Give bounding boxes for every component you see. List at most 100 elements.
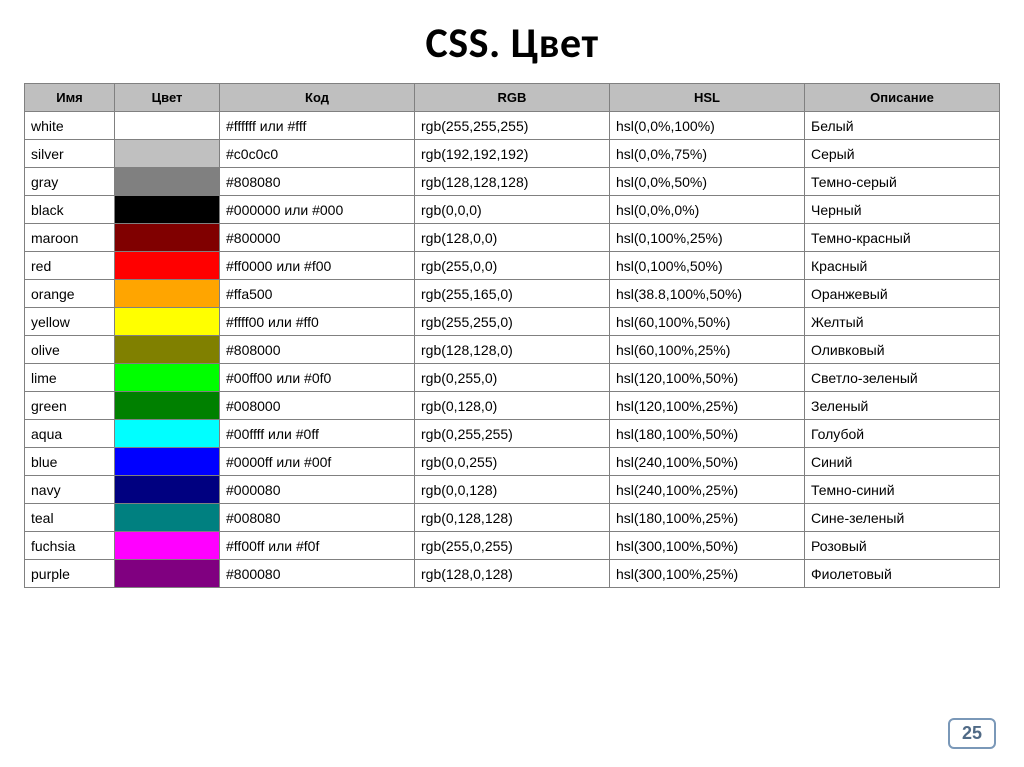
table-row: aqua#00ffff или #0ffrgb(0,255,255)hsl(18…	[25, 420, 1000, 448]
cell-desc: Серый	[805, 140, 1000, 168]
cell-hsl: hsl(300,100%,50%)	[610, 532, 805, 560]
cell-swatch	[115, 560, 220, 588]
cell-hsl: hsl(300,100%,25%)	[610, 560, 805, 588]
cell-code: #800000	[220, 224, 415, 252]
cell-name: yellow	[25, 308, 115, 336]
cell-name: blue	[25, 448, 115, 476]
cell-code: #800080	[220, 560, 415, 588]
cell-code: #00ff00 или #0f0	[220, 364, 415, 392]
table-row: green#008000rgb(0,128,0)hsl(120,100%,25%…	[25, 392, 1000, 420]
cell-rgb: rgb(255,255,0)	[415, 308, 610, 336]
cell-name: black	[25, 196, 115, 224]
table-row: white#ffffff или #fffrgb(255,255,255)hsl…	[25, 112, 1000, 140]
cell-swatch	[115, 112, 220, 140]
cell-rgb: rgb(255,255,255)	[415, 112, 610, 140]
cell-name: fuchsia	[25, 532, 115, 560]
cell-desc: Синий	[805, 448, 1000, 476]
cell-desc: Зеленый	[805, 392, 1000, 420]
cell-desc: Темно-красный	[805, 224, 1000, 252]
table-row: red#ff0000 или #f00rgb(255,0,0)hsl(0,100…	[25, 252, 1000, 280]
cell-swatch	[115, 140, 220, 168]
cell-rgb: rgb(255,165,0)	[415, 280, 610, 308]
table-row: maroon#800000rgb(128,0,0)hsl(0,100%,25%)…	[25, 224, 1000, 252]
table-row: navy #000080rgb(0,0,128)hsl(240,100%,25%)…	[25, 476, 1000, 504]
table-row: yellow#ffff00 или #ff0rgb(255,255,0)hsl(…	[25, 308, 1000, 336]
cell-swatch	[115, 196, 220, 224]
cell-code: #ffffff или #fff	[220, 112, 415, 140]
cell-hsl: hsl(180,100%,50%)	[610, 420, 805, 448]
cell-hsl: hsl(60,100%,50%)	[610, 308, 805, 336]
cell-code: #ffa500	[220, 280, 415, 308]
cell-swatch	[115, 364, 220, 392]
table-row: orange#ffa500rgb(255,165,0)hsl(38.8,100%…	[25, 280, 1000, 308]
cell-swatch	[115, 420, 220, 448]
col-header-code: Код	[220, 84, 415, 112]
table-row: silver#c0c0c0rgb(192,192,192)hsl(0,0%,75…	[25, 140, 1000, 168]
cell-rgb: rgb(0,0,0)	[415, 196, 610, 224]
cell-rgb: rgb(255,0,255)	[415, 532, 610, 560]
page-title: CSS. Цвет	[24, 18, 1000, 69]
cell-code: #808080	[220, 168, 415, 196]
color-table: Имя Цвет Код RGB HSL Описание white #ffff…	[24, 83, 1000, 588]
cell-swatch	[115, 280, 220, 308]
cell-hsl: hsl(0,0%,50%)	[610, 168, 805, 196]
cell-hsl: hsl(240,100%,50%)	[610, 448, 805, 476]
cell-swatch	[115, 336, 220, 364]
cell-swatch	[115, 532, 220, 560]
table-row: teal#008080rgb(0,128,128)hsl(180,100%,25…	[25, 504, 1000, 532]
cell-hsl: hsl(0,0%,75%)	[610, 140, 805, 168]
cell-hsl: hsl(240,100%,25%)	[610, 476, 805, 504]
col-header-color: Цвет	[115, 84, 220, 112]
cell-name: lime	[25, 364, 115, 392]
cell-rgb: rgb(0,128,128)	[415, 504, 610, 532]
cell-hsl: hsl(0,0%,0%)	[610, 196, 805, 224]
cell-name: white	[25, 112, 115, 140]
table-row: olive#808000rgb(128,128,0)hsl(60,100%,25…	[25, 336, 1000, 364]
cell-swatch	[115, 448, 220, 476]
table-row: blue #0000ff или #00frgb(0,0,255)hsl(240,…	[25, 448, 1000, 476]
cell-name: aqua	[25, 420, 115, 448]
cell-hsl: hsl(38.8,100%,50%)	[610, 280, 805, 308]
cell-rgb: rgb(0,0,255)	[415, 448, 610, 476]
cell-code: #008080	[220, 504, 415, 532]
cell-name: navy	[25, 476, 115, 504]
cell-name: maroon	[25, 224, 115, 252]
cell-desc: Белый	[805, 112, 1000, 140]
col-header-hsl: HSL	[610, 84, 805, 112]
cell-name: gray	[25, 168, 115, 196]
cell-hsl: hsl(0,100%,50%)	[610, 252, 805, 280]
cell-hsl: hsl(0,100%,25%)	[610, 224, 805, 252]
cell-hsl: hsl(60,100%,25%)	[610, 336, 805, 364]
col-header-rgb: RGB	[415, 84, 610, 112]
col-header-name: Имя	[25, 84, 115, 112]
cell-swatch	[115, 168, 220, 196]
cell-desc: Темно-серый	[805, 168, 1000, 196]
cell-swatch	[115, 308, 220, 336]
table-row: lime#00ff00 или #0f0rgb(0,255,0)hsl(120,…	[25, 364, 1000, 392]
table-header-row: Имя Цвет Код RGB HSL Описание	[25, 84, 1000, 112]
table-row: purple#800080rgb(128,0,128)hsl(300,100%,…	[25, 560, 1000, 588]
cell-swatch	[115, 504, 220, 532]
cell-code: #808000	[220, 336, 415, 364]
table-row: gray #808080rgb(128,128,128)hsl(0,0%,50%)…	[25, 168, 1000, 196]
cell-rgb: rgb(128,128,128)	[415, 168, 610, 196]
cell-hsl: hsl(120,100%,50%)	[610, 364, 805, 392]
cell-rgb: rgb(0,0,128)	[415, 476, 610, 504]
cell-rgb: rgb(128,0,128)	[415, 560, 610, 588]
cell-name: silver	[25, 140, 115, 168]
cell-desc: Розовый	[805, 532, 1000, 560]
cell-desc: Оранжевый	[805, 280, 1000, 308]
cell-hsl: hsl(180,100%,25%)	[610, 504, 805, 532]
cell-code: #ff00ff или #f0f	[220, 532, 415, 560]
cell-code: #0000ff или #00f	[220, 448, 415, 476]
cell-desc: Сине-зеленый	[805, 504, 1000, 532]
cell-swatch	[115, 476, 220, 504]
cell-desc: Черный	[805, 196, 1000, 224]
cell-desc: Красный	[805, 252, 1000, 280]
cell-desc: Светло-зеленый	[805, 364, 1000, 392]
cell-code: #c0c0c0	[220, 140, 415, 168]
cell-swatch	[115, 224, 220, 252]
page-number: 25	[948, 718, 996, 749]
cell-code: #000080	[220, 476, 415, 504]
cell-name: olive	[25, 336, 115, 364]
